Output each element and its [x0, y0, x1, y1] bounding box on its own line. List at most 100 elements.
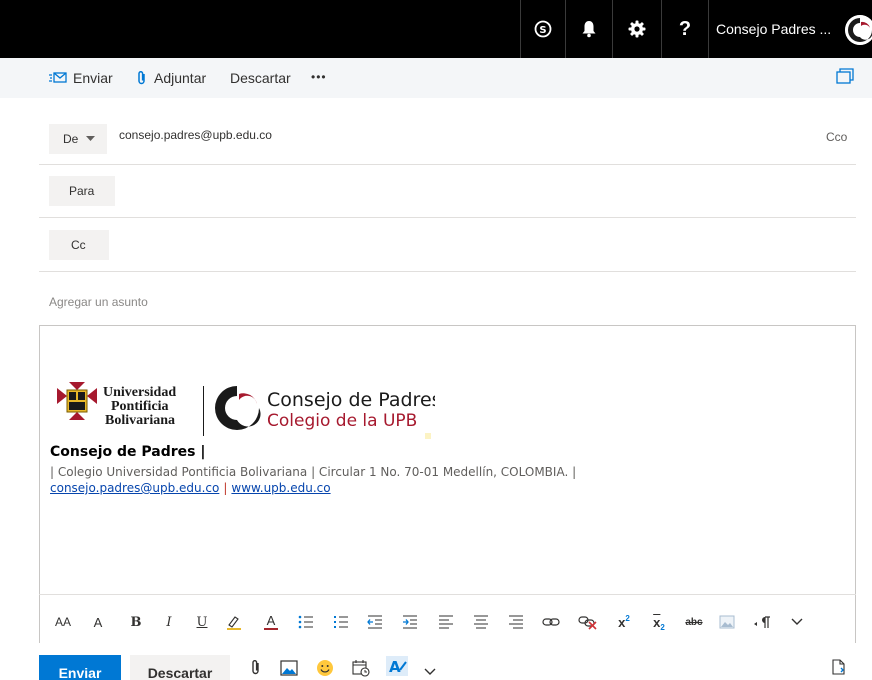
subject-input[interactable]: Agregar un asunto	[49, 295, 148, 309]
insert-picture-inline-button[interactable]	[718, 612, 736, 632]
discard-command[interactable]: Descartar	[230, 70, 291, 86]
bold-button[interactable]: B	[127, 612, 145, 632]
discard-command-label: Descartar	[230, 70, 291, 86]
increase-indent-button[interactable]	[401, 612, 419, 632]
unlink-icon	[578, 616, 597, 630]
document-save-icon	[832, 659, 845, 675]
remove-link-button[interactable]	[577, 612, 599, 632]
settings-button[interactable]	[612, 0, 661, 58]
align-left-button[interactable]	[437, 612, 455, 632]
grow-font-button[interactable]: A	[89, 612, 107, 632]
italic-icon: I	[166, 614, 172, 630]
send-command-label: Enviar	[73, 70, 113, 86]
grow-font-icon: A	[93, 614, 103, 630]
superscript-button[interactable]: x2	[614, 612, 634, 632]
align-right-icon	[509, 615, 523, 629]
send-button-label: Enviar	[58, 665, 102, 680]
signature-website-link[interactable]: www.upb.edu.co	[231, 481, 330, 495]
more-options-button[interactable]: •••	[311, 70, 327, 84]
send-mail-icon	[49, 72, 67, 83]
emoji-button[interactable]	[316, 659, 334, 680]
bold-icon: B	[130, 614, 142, 630]
logo-university-line1: Universidad	[103, 385, 176, 400]
insert-picture-button[interactable]	[280, 659, 298, 680]
align-center-button[interactable]	[472, 612, 490, 632]
numbering-button[interactable]	[332, 612, 350, 632]
more-formatting-button[interactable]	[788, 612, 806, 632]
insert-link-button[interactable]	[541, 612, 561, 632]
draft-saved-button[interactable]	[832, 659, 846, 680]
font-size-button[interactable]: AA	[51, 612, 75, 632]
logo-council-title: Consejo de Padres	[267, 389, 435, 411]
account-button[interactable]: Consejo Padres ...	[708, 0, 872, 58]
bulleted-list-icon	[298, 615, 313, 629]
bullets-button[interactable]	[297, 612, 315, 632]
svg-text:A: A	[389, 658, 401, 676]
popout-window-icon	[836, 68, 854, 84]
format-toolbar-divider	[39, 594, 856, 595]
chevron-down-icon	[86, 136, 96, 141]
superscript-icon: x	[618, 614, 626, 630]
underline-icon: U	[196, 614, 208, 630]
gear-icon	[628, 20, 646, 38]
divider	[39, 164, 856, 165]
font-color-icon: A	[266, 613, 276, 628]
notifications-button[interactable]	[565, 0, 612, 58]
discard-button-label: Descartar	[147, 665, 213, 680]
editor-pen-icon: A	[386, 656, 408, 676]
council-emblem-icon	[215, 386, 261, 430]
signature-name: Consejo de Padres |	[50, 444, 206, 460]
signature-links: consejo.padres@upb.edu.co | www.upb.edu.co	[50, 481, 331, 495]
paragraph-direction-button[interactable]	[752, 612, 772, 632]
to-button[interactable]: Para	[49, 176, 115, 206]
align-right-button[interactable]	[507, 612, 525, 632]
discard-button[interactable]: Descartar	[130, 655, 230, 680]
top-bar: S ? Consejo Padres ...	[0, 0, 872, 58]
logo-university-line3: Bolivariana	[105, 413, 175, 428]
send-command[interactable]: Enviar	[49, 70, 113, 86]
underline-button[interactable]: U	[193, 612, 211, 632]
decrease-indent-button[interactable]	[366, 612, 384, 632]
chevron-down-icon	[791, 618, 803, 625]
font-color-button[interactable]: A	[262, 612, 280, 632]
signature-logo: Universidad Pontificia Bolivariana Conse…	[57, 382, 435, 436]
link-icon	[542, 618, 560, 626]
highlight-button[interactable]	[224, 612, 244, 632]
popout-button[interactable]	[836, 68, 854, 89]
paperclip-icon	[138, 70, 145, 85]
decrease-indent-icon	[367, 615, 382, 629]
align-left-icon	[439, 615, 453, 629]
upb-shield-icon	[57, 382, 97, 420]
divider	[39, 271, 856, 272]
calendar-clock-icon	[352, 660, 370, 677]
skype-button[interactable]: S	[520, 0, 565, 58]
help-icon: ?	[678, 17, 692, 40]
svg-text:S: S	[539, 25, 546, 36]
attach-button[interactable]	[250, 659, 262, 680]
help-button[interactable]: ?	[661, 0, 708, 58]
increase-indent-icon	[403, 615, 417, 629]
smiley-icon	[317, 660, 333, 676]
bcc-button[interactable]: Cco	[826, 130, 847, 144]
picture-icon	[719, 615, 735, 629]
from-button[interactable]: De	[49, 124, 107, 154]
signature-email-link[interactable]: consejo.padres@upb.edu.co	[50, 481, 219, 495]
logo-university-line2: Pontificia	[111, 399, 169, 414]
more-actions-button[interactable]	[424, 663, 436, 680]
attach-command[interactable]: Adjuntar	[136, 70, 206, 86]
signature-separator: |	[223, 481, 228, 495]
subscript-button[interactable]: x2	[649, 612, 669, 632]
decorative-mark	[425, 433, 431, 439]
schedule-button[interactable]	[352, 659, 370, 680]
paragraph-mark-icon	[754, 616, 770, 628]
attach-command-label: Adjuntar	[154, 70, 207, 86]
strikethrough-button[interactable]: abc	[682, 612, 706, 632]
send-button[interactable]: Enviar	[39, 655, 121, 680]
cc-button[interactable]: Cc	[49, 230, 109, 260]
from-address: consejo.padres@upb.edu.co	[119, 128, 272, 142]
align-center-icon	[474, 615, 488, 629]
numbered-list-icon	[334, 616, 348, 628]
italic-button[interactable]: I	[160, 612, 178, 632]
editor-button[interactable]: A	[386, 656, 408, 680]
skype-icon: S	[534, 20, 552, 38]
